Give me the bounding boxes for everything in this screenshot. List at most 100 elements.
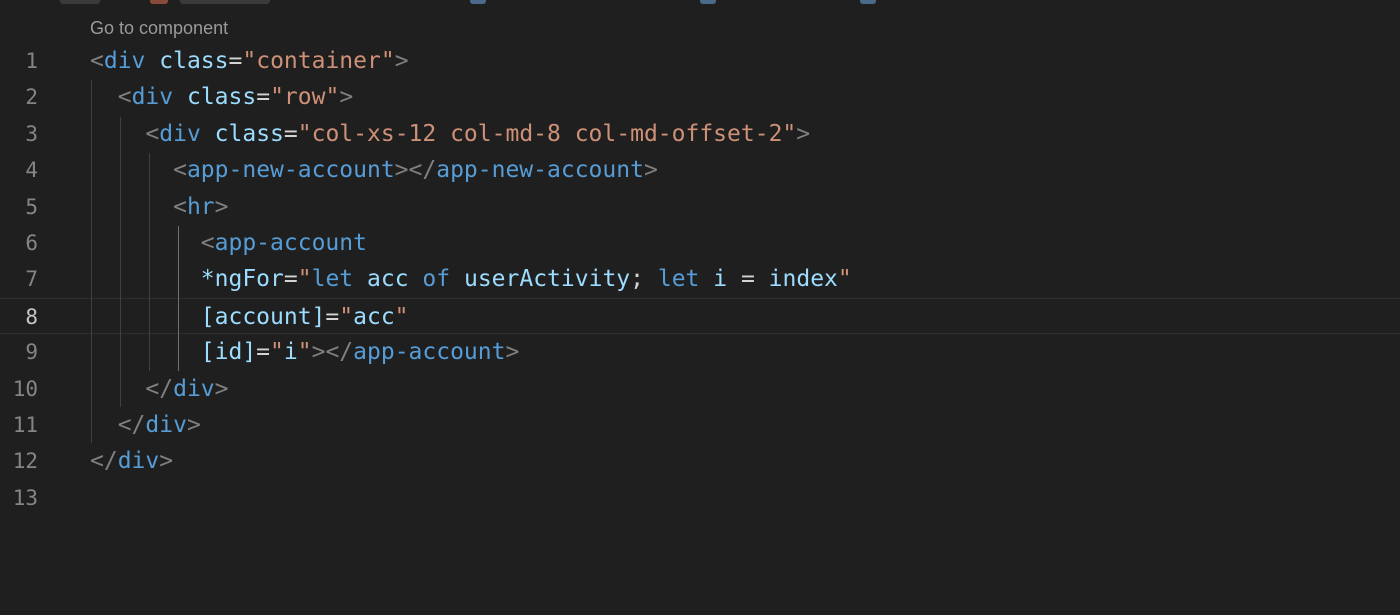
code-token: of [422,266,451,293]
code-token: class [159,48,229,74]
code-token: < [173,157,187,184]
code-line[interactable]: 7 *ngFor="let acc of userActivity; let i… [0,261,1400,297]
code-token: div [103,48,146,74]
code-token: > [643,157,658,184]
code-token: > [339,84,354,111]
line-number: 12 [12,449,38,474]
code-token: i [283,339,298,366]
code-text[interactable]: <hr> [90,189,229,225]
code-text[interactable]: <div class="container"> [90,43,409,79]
code-token: " [270,339,284,366]
code-line[interactable]: 2 <div class="row"> [0,79,1400,115]
code-text[interactable]: </div> [90,443,173,479]
code-line[interactable]: 6 <app-account [0,225,1400,261]
code-token: "container" [242,48,395,74]
code-text[interactable]: [account]="acc" [90,299,409,335]
code-token: app-account [353,339,506,366]
code-editor[interactable]: Go to component 1 <div class="container">… [0,0,1400,615]
code-token: " [339,303,354,330]
code-token: </ [145,375,174,402]
code-token: < [117,84,132,111]
code-line[interactable]: 13 [0,480,1400,516]
indent-guide [149,153,150,371]
code-token: ; [630,266,658,293]
code-token: = [228,48,243,74]
code-token: app-account [214,229,367,256]
line-number: 9 [25,340,38,365]
code-line[interactable]: 3 <div class="col-xs-12 col-md-8 col-md-… [0,116,1400,152]
line-number: 1 [25,49,38,73]
code-token: </ [117,411,146,438]
line-number: 6 [25,230,38,255]
code-token: div [145,411,187,438]
code-token: < [200,229,215,256]
code-token: " [837,266,852,293]
code-token: < [173,193,187,220]
breadcrumb-icon [150,0,168,4]
line-number: 5 [25,194,38,219]
code-token: > [214,375,229,402]
code-text[interactable]: [id]="i"></app-account> [90,334,520,370]
code-text[interactable]: <div class="row"> [90,79,353,115]
code-token: let [657,266,700,293]
code-token: userActivity [463,266,631,293]
code-token: "row" [270,84,340,111]
code-text[interactable]: </div> [90,371,229,407]
code-token: class [214,120,284,147]
code-line[interactable]: 11 </div> [0,407,1400,443]
code-text[interactable]: </div> [90,407,201,443]
code-lines[interactable]: 1 <div class="container"> 2 <div class="ro… [0,43,1400,516]
code-text[interactable]: *ngFor="let acc of userActivity; let i =… [90,261,852,297]
code-token: class [186,84,257,111]
code-text[interactable]: <app-account [90,225,367,261]
code-line[interactable]: 1 <div class="container"> [0,43,1400,79]
code-token: *ngFor [200,266,284,293]
line-number: 7 [25,267,38,292]
code-line[interactable]: 9 [id]="i"></app-account> [0,334,1400,370]
breadcrumb[interactable] [0,0,1400,8]
code-line[interactable]: 8 [account]="acc" [0,297,1400,335]
go-to-component-codelens[interactable]: Go to component [90,18,228,39]
code-line[interactable]: 12 </div> [0,443,1400,479]
code-token: " [297,339,312,366]
breadcrumb-item[interactable] [60,0,100,4]
code-text[interactable]: <app-new-account></app-new-account> [90,152,658,188]
code-token: app-new-account [436,157,644,184]
line-number: 8 [25,304,38,329]
code-token: = [283,266,298,293]
code-token: app-new-account [186,157,395,184]
code-token: > [394,48,409,74]
code-token: "col-xs-12 col-md-8 col-md-offset-2" [297,120,797,147]
code-token: index [768,266,838,293]
code-token: = [727,266,769,293]
code-token: ></ [394,157,437,184]
code-text[interactable]: <div class="col-xs-12 col-md-8 col-md-of… [90,116,810,152]
indent-guide-active [178,226,179,371]
code-token: > [214,193,229,220]
code-token: > [159,448,174,475]
code-line[interactable]: 10 </div> [0,371,1400,407]
code-token: i [713,266,728,293]
breadcrumb-icon [700,0,716,4]
code-line[interactable]: 4 <app-new-account></app-new-account> [0,152,1400,188]
code-token: = [325,303,340,330]
code-line[interactable]: 5 <hr> [0,189,1400,225]
line-number: 3 [25,121,38,146]
line-number: 4 [25,158,38,183]
code-token: < [145,120,160,147]
line-number: 13 [12,485,38,510]
breadcrumb-item[interactable] [180,0,270,4]
code-token: " [394,303,409,330]
code-token: [id] [200,339,257,366]
code-token: hr [186,193,215,220]
